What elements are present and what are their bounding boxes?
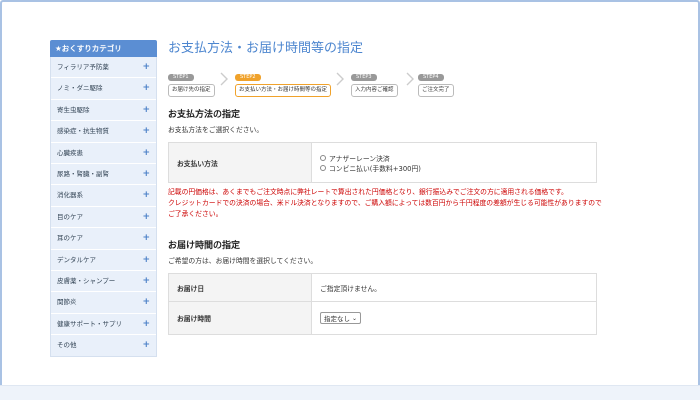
sidebar-list: フィラリア予防薬 + ノミ・ダニ駆除 + 寄生虫駆除 + 感染症・抗生物質 + 心臓疾患 + 尿路・…: [50, 57, 157, 358]
step-indicator: STEP1 お届け先の指定 STEP2 お支払い方法・お届け時間等の指定 STE…: [168, 63, 598, 97]
step-4-tag: STEP4: [418, 74, 444, 81]
step-arrow-icon: [406, 72, 414, 86]
plus-icon[interactable]: +: [142, 164, 150, 185]
sidebar-item[interactable]: 目のケア +: [51, 207, 156, 229]
payment-section-subtitle: お支払方法をご選択ください。: [168, 126, 264, 134]
sidebar-item[interactable]: 心臓疾患 +: [51, 143, 156, 164]
sidebar-item-label: 心臓疾患: [57, 148, 83, 157]
category-sidebar: ★おくすりカテゴリ フィラリア予防薬 + ノミ・ダニ駆除 + 寄生虫駆除 + 感染症・抗生物…: [50, 40, 157, 358]
sidebar-item[interactable]: 健康サポート・サプリ +: [51, 314, 156, 336]
payment-notice: 記載の円価格は、あくまでもご注文時点に弊社レートで算出された円価格となり、銀行振…: [168, 187, 608, 220]
page-title: お支払方法・お届け時間等の指定: [168, 41, 364, 56]
delivery-date-label: お届け日: [168, 273, 312, 302]
sidebar-item-label: 耳のケア: [57, 234, 83, 243]
sidebar-item-label: 感染症・抗生物質: [57, 127, 109, 136]
step-1-tag: STEP1: [168, 74, 194, 81]
step-arrow-icon: [336, 72, 344, 86]
delivery-section-subtitle: ご希望の方は、お届け時間を選択してください。: [168, 257, 318, 265]
payment-method-row: お支払い方法 アナザーレーン決済 コンビニ払い(手数料+300円): [168, 142, 597, 183]
delivery-time-row: お届け時間 指定なし ⌄: [168, 301, 597, 335]
radio-icon[interactable]: [320, 154, 326, 161]
sidebar-item[interactable]: 感染症・抗生物質 +: [51, 121, 156, 143]
delivery-date-value: ご指定頂けません。: [311, 273, 597, 302]
sidebar-item-label: 健康サポート・サプリ: [57, 319, 122, 328]
step-3: STEP3 入力内容ご確認: [351, 63, 398, 97]
plus-icon[interactable]: +: [142, 143, 150, 164]
sidebar-title: ★おくすりカテゴリ: [50, 40, 157, 57]
plus-icon[interactable]: +: [142, 335, 150, 356]
step-1-label: お届け先の指定: [168, 84, 215, 97]
payment-table: お支払い方法 アナザーレーン決済 コンビニ払い(手数料+300円): [168, 142, 597, 183]
plus-icon[interactable]: +: [142, 121, 150, 142]
sidebar-item[interactable]: フィラリア予防薬 +: [51, 57, 156, 79]
sidebar-item-label: デンタルケア: [57, 255, 96, 264]
sidebar-item[interactable]: 尿路・腎臓・副腎 +: [51, 164, 156, 186]
delivery-time-select[interactable]: 指定なし ⌄: [320, 312, 362, 324]
payment-method-options: アナザーレーン決済 コンビニ払い(手数料+300円): [311, 142, 597, 183]
plus-icon[interactable]: +: [142, 185, 150, 206]
sidebar-item-label: フィラリア予防薬: [57, 63, 109, 71]
delivery-time-cell: 指定なし ⌄: [311, 301, 597, 335]
radio-icon[interactable]: [320, 164, 326, 171]
delivery-date-row: お届け日 ご指定頂けません。: [168, 273, 597, 302]
payment-option-label: アナザーレーン決済: [329, 154, 390, 163]
plus-icon[interactable]: +: [142, 228, 150, 249]
plus-icon[interactable]: +: [142, 57, 150, 78]
sidebar-item-label: 尿路・腎臓・副腎: [57, 169, 109, 178]
payment-section-title: お支払方法の指定: [168, 110, 241, 120]
sidebar-item-label: 皮膚薬・シャンプー: [57, 276, 116, 285]
chevron-down-icon: ⌄: [352, 314, 358, 322]
plus-icon[interactable]: +: [142, 100, 150, 121]
payment-option-convenience[interactable]: コンビニ払い(手数料+300円): [320, 163, 588, 173]
sidebar-item[interactable]: その他 +: [51, 335, 156, 356]
plus-icon[interactable]: +: [142, 78, 150, 99]
step-3-label: 入力内容ご確認: [351, 84, 398, 97]
delivery-table: お届け日 ご指定頂けません。 お届け時間 指定なし ⌄: [168, 273, 597, 335]
step-arrow-icon: [220, 72, 228, 86]
sidebar-item[interactable]: 耳のケア +: [51, 228, 156, 250]
plus-icon[interactable]: +: [142, 314, 150, 335]
footer-strip: [0, 385, 700, 400]
step-3-tag: STEP3: [351, 74, 377, 81]
sidebar-item-label: 目のケア: [57, 212, 83, 221]
notice-credit-card: クレジットカードでの決済の場合、米ドル決済となりますので、ご購入額によっては数百…: [168, 199, 602, 218]
plus-icon[interactable]: +: [142, 207, 150, 228]
step-2: STEP2 お支払い方法・お届け時間等の指定: [235, 63, 332, 97]
delivery-time-label: お届け時間: [168, 301, 312, 335]
payment-option-label: コンビニ払い(手数料+300円): [329, 164, 421, 173]
step-1: STEP1 お届け先の指定: [168, 63, 215, 97]
sidebar-item[interactable]: 寄生虫駆除 +: [51, 100, 156, 122]
sidebar-item[interactable]: 消化器系 +: [51, 185, 156, 207]
sidebar-item-label: ノミ・ダニ駆除: [57, 84, 103, 93]
delivery-time-selected: 指定なし: [324, 315, 350, 323]
sidebar-item-label: その他: [57, 341, 77, 350]
plus-icon[interactable]: +: [142, 250, 150, 271]
plus-icon[interactable]: +: [142, 271, 150, 292]
sidebar-item-label: 関節炎: [57, 298, 77, 307]
payment-option-anotherlane[interactable]: アナザーレーン決済: [320, 153, 588, 163]
step-4-label: ご注文完了: [418, 84, 454, 97]
sidebar-item[interactable]: デンタルケア +: [51, 250, 156, 271]
delivery-section-title: お届け時間の指定: [168, 241, 241, 251]
main-content: お支払方法・お届け時間等の指定 STEP1 お届け先の指定 STEP2 お支払い…: [168, 40, 602, 335]
sidebar-item[interactable]: ノミ・ダニ駆除 +: [51, 78, 156, 100]
sidebar-item[interactable]: 皮膚薬・シャンプー +: [51, 271, 156, 293]
sidebar-item-label: 消化器系: [57, 191, 83, 200]
sidebar-item[interactable]: 関節炎 +: [51, 292, 156, 314]
step-2-tag: STEP2: [235, 74, 261, 81]
notice-price: 記載の円価格は、あくまでもご注文時点に弊社レートで算出された円価格となり、銀行振…: [168, 188, 568, 196]
step-4: STEP4 ご注文完了: [418, 63, 454, 97]
step-2-label: お支払い方法・お届け時間等の指定: [235, 84, 332, 97]
plus-icon[interactable]: +: [142, 292, 150, 313]
payment-method-label: お支払い方法: [168, 142, 312, 183]
sidebar-item-label: 寄生虫駆除: [57, 105, 90, 114]
